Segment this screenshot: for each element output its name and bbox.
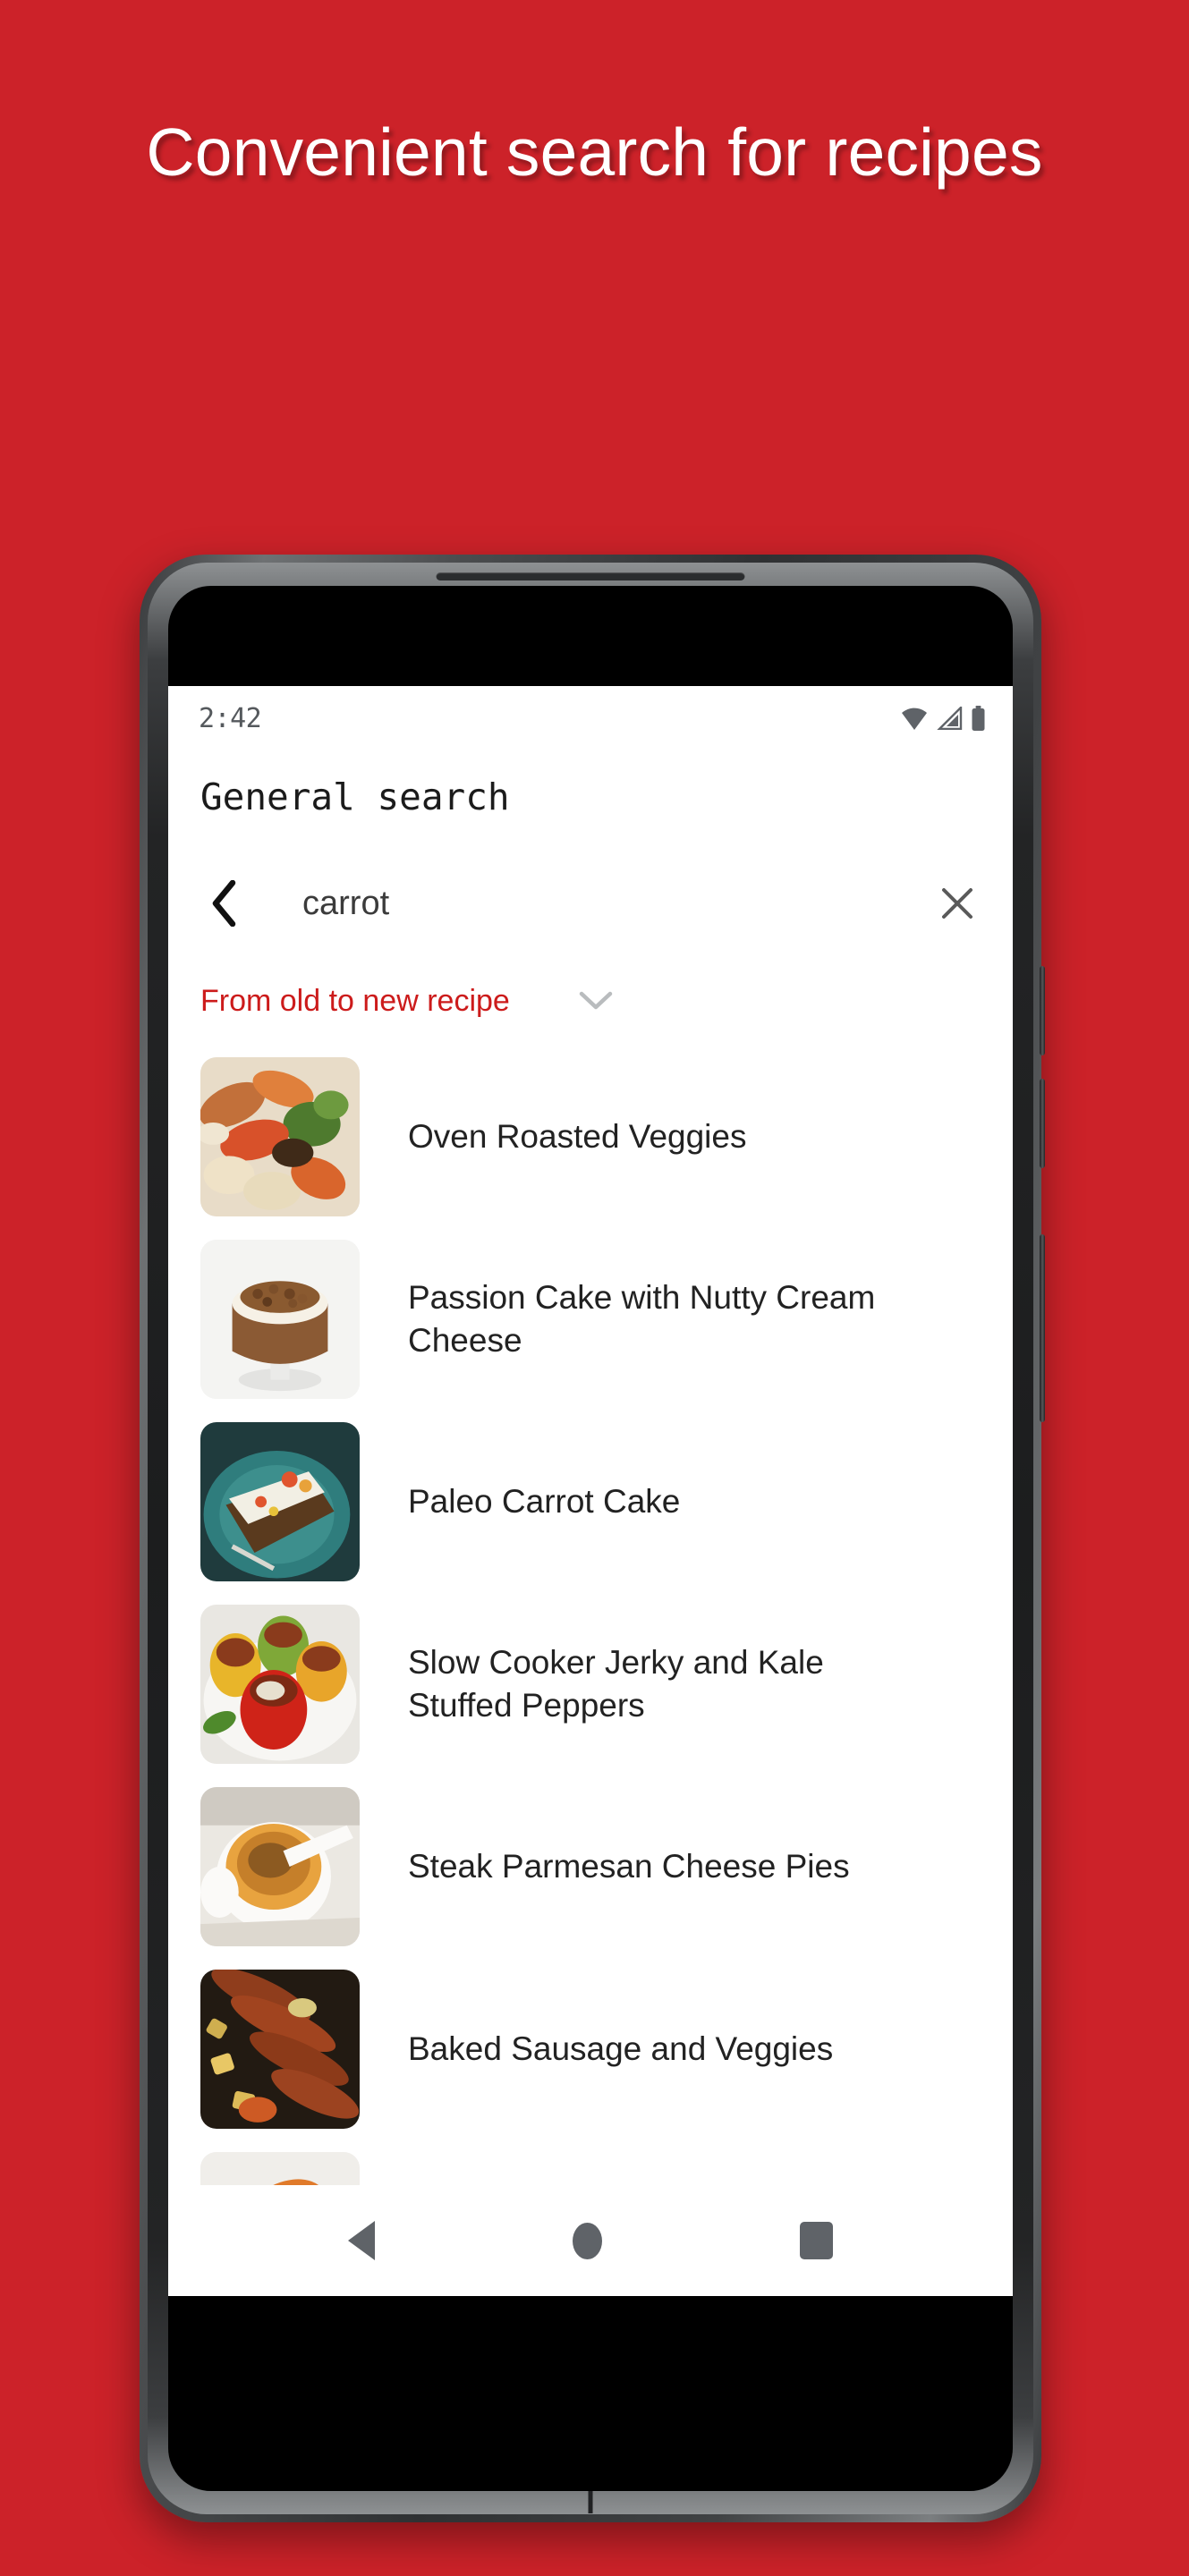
- result-row[interactable]: Baked Sausage and Veggies: [200, 1958, 1013, 2140]
- recipe-thumbnail: [200, 1422, 360, 1581]
- result-row[interactable]: Passion Cake with Nutty Cream Cheese: [200, 1228, 1013, 1411]
- result-row[interactable]: Oven Roasted Veggies: [200, 1046, 1013, 1228]
- recipe-title: Paleo Carrot Cake: [408, 1482, 681, 1520]
- recipe-thumbnail: [200, 1787, 360, 1946]
- phone-mockup: 2:42 General search carrot From old to n…: [140, 555, 1045, 2522]
- nav-recents-icon[interactable]: [800, 2222, 834, 2259]
- status-time: 2:42: [199, 702, 262, 734]
- android-nav-bar: [168, 2185, 1013, 2296]
- recipe-thumbnail: [200, 1605, 360, 1764]
- search-bar[interactable]: carrot: [168, 851, 1013, 956]
- battery-icon: [972, 706, 985, 731]
- page-title: General search: [200, 775, 510, 818]
- sort-selector[interactable]: From old to new recipe: [168, 956, 705, 1046]
- search-results-list: Oven Roasted Veggies Passion Cake with N…: [168, 1046, 1013, 2296]
- result-row[interactable]: Paleo Carrot Cake: [200, 1411, 1013, 1593]
- search-input[interactable]: carrot: [249, 885, 932, 923]
- result-row[interactable]: Slow Cooker Jerky and Kale Stuffed Peppe…: [200, 1593, 1013, 1775]
- result-row[interactable]: Steak Parmesan Cheese Pies: [200, 1775, 1013, 1958]
- phone-screen: 2:42 General search carrot From old to n…: [168, 586, 1013, 2491]
- chevron-left-icon[interactable]: [200, 879, 249, 928]
- recipe-thumbnail: [200, 1970, 360, 2129]
- volume-up-button[interactable]: [1040, 966, 1045, 1055]
- earpiece-speaker-icon: [436, 572, 745, 580]
- nav-back-icon[interactable]: [347, 2221, 375, 2260]
- app-viewport: 2:42 General search carrot From old to n…: [168, 686, 1013, 2296]
- phone-bezel: 2:42 General search carrot From old to n…: [148, 563, 1033, 2514]
- recipe-title: Slow Cooker Jerky and Kale Stuffed Peppe…: [408, 1643, 824, 1724]
- signal-icon: [937, 707, 963, 730]
- nav-home-icon[interactable]: [572, 2222, 602, 2259]
- recipe-thumbnail: [200, 1240, 360, 1399]
- close-icon[interactable]: [932, 878, 982, 928]
- status-icons: [900, 706, 986, 731]
- volume-down-button[interactable]: [1040, 1079, 1045, 1168]
- wifi-icon: [902, 708, 927, 730]
- promo-heading: Convenient search for recipes: [146, 114, 1043, 190]
- power-button[interactable]: [1040, 1234, 1045, 1422]
- recipe-title: Passion Cake with Nutty Cream Cheese: [408, 1278, 876, 1359]
- status-bar: 2:42: [168, 686, 1013, 750]
- chevron-down-icon[interactable]: [576, 981, 616, 1021]
- recipe-thumbnail: [200, 1057, 360, 1216]
- sort-label: From old to new recipe: [200, 983, 510, 1018]
- recipe-title: Baked Sausage and Veggies: [408, 2029, 834, 2067]
- recipe-title: Steak Parmesan Cheese Pies: [408, 1847, 850, 1885]
- promo-screenshot: Convenient search for recipes 2:42 Gener…: [0, 0, 1189, 2576]
- recipe-title: Oven Roasted Veggies: [408, 1117, 747, 1155]
